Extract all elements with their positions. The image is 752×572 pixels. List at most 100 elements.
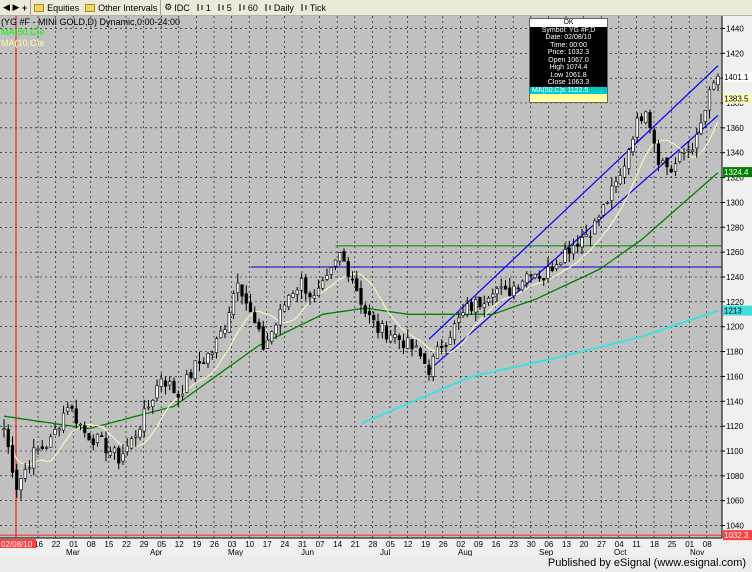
candle-body [512,285,516,296]
candle-body [559,262,563,265]
price-tag-label: 1032.3 [724,531,749,540]
toolbar-item-tick[interactable]: Tick [297,0,329,15]
candle-body [253,312,257,324]
candle-body [495,288,499,295]
candle-body [40,446,44,449]
candle-body [206,353,210,364]
candle-body [457,317,461,323]
candle-body [142,408,146,432]
cursor-date-label: 02/08/10 [1,540,33,549]
candle-body [342,251,346,262]
candle-body [346,260,350,277]
candle-body [580,237,584,248]
candle-body [516,287,520,290]
candle-body [380,323,384,333]
folder-icon [34,3,45,12]
data-window-high: High 1074.4 [549,64,588,71]
price-tick-label: 1280 [726,223,744,232]
candle-body [431,356,435,377]
toolbar-item-label: 5 [226,2,232,13]
candle-body [631,138,635,153]
candle-body [117,447,121,464]
candle-body [61,412,66,431]
candle-body [669,168,673,173]
toolbar-item-5[interactable]: 5 [214,0,235,15]
time-tick-label: 22 [52,540,61,549]
candle-body [406,337,410,349]
candle-body [435,346,440,359]
candle-body [588,235,593,238]
time-tick-label: 25 [668,540,677,549]
candle-body [593,220,597,235]
candle-body [533,273,537,278]
data-window-date: Date: 02/08/10 [545,34,592,41]
toolbar-item-label: 1 [205,2,211,13]
candle-body [648,112,652,128]
candle-body [414,345,418,348]
toolbar-item-1[interactable]: 1 [193,0,214,15]
forward-icon[interactable]: ▶ [12,2,19,13]
candle-body [112,447,117,453]
candle-body [686,149,690,152]
candle-body [287,295,291,308]
add-icon[interactable]: + [22,3,27,13]
candle-body [699,122,703,134]
time-tick-label: 22 [122,540,131,549]
candle-body [644,111,648,123]
price-chart[interactable]: 1040106010801100112011401160118012001220… [0,16,752,556]
price-tick-label: 1140 [726,397,744,406]
price-tick-label: 1260 [726,248,744,257]
candle-body [44,447,49,449]
candle-body [10,445,15,473]
price-tick-label: 1300 [726,198,744,207]
month-label: Jul [380,548,390,556]
candle-body [244,293,248,304]
candle-body [214,338,219,353]
candle-body [469,302,474,312]
nav-arrows[interactable]: ◀ ▶ + [0,0,30,15]
candle-body [83,425,87,433]
candle-body [265,339,270,349]
candle-body [554,264,559,270]
month-label: May [228,548,243,556]
toolbar-item-60[interactable]: 60 [235,0,261,15]
candle-body [308,293,312,298]
month-label: Nov [690,548,704,556]
candle-body [448,337,452,345]
candle-body [172,380,176,393]
time-tick-label: 29 [140,540,149,549]
candle-body [27,467,32,470]
data-window-close: Close 1063.3 [547,79,590,86]
toolbar-item-daily[interactable]: Daily [261,0,297,15]
price-tick-label: 1100 [726,447,744,456]
toolbar-item-equities[interactable]: Equities [30,0,82,15]
toolbar-item-other-intervals[interactable]: Other Intervals [82,0,160,15]
time-tick-label: 27 [597,540,606,549]
candle-body [197,361,202,364]
price-tick-label: 1200 [726,323,744,332]
candle-body [15,469,19,490]
back-icon[interactable]: ◀ [3,2,10,13]
price-tick-label: 1060 [726,497,744,506]
time-tick-label: 17 [263,540,272,549]
candle-body [584,234,588,237]
time-tick-label: 12 [404,540,413,549]
candle-body [656,143,661,166]
toolbar-item-idc[interactable]: ⚙ IDC [160,0,193,15]
candle-body [146,406,151,409]
time-tick-label: 20 [580,540,589,549]
candle-body [66,407,70,412]
candle-body [482,303,486,309]
toolbar-item-label: Daily [273,2,294,13]
candle-body [707,89,712,111]
bar-icon [238,3,246,12]
published-by-label: Published by eSignal (www.esignal.com) [547,557,746,569]
candle-body [270,331,274,342]
candle-body [503,285,508,290]
candle-body [95,433,100,443]
candle-body [291,293,295,298]
candle-body [219,330,223,339]
month-label: Jun [301,548,314,556]
candle-body [384,325,389,340]
candle-body [278,308,282,326]
